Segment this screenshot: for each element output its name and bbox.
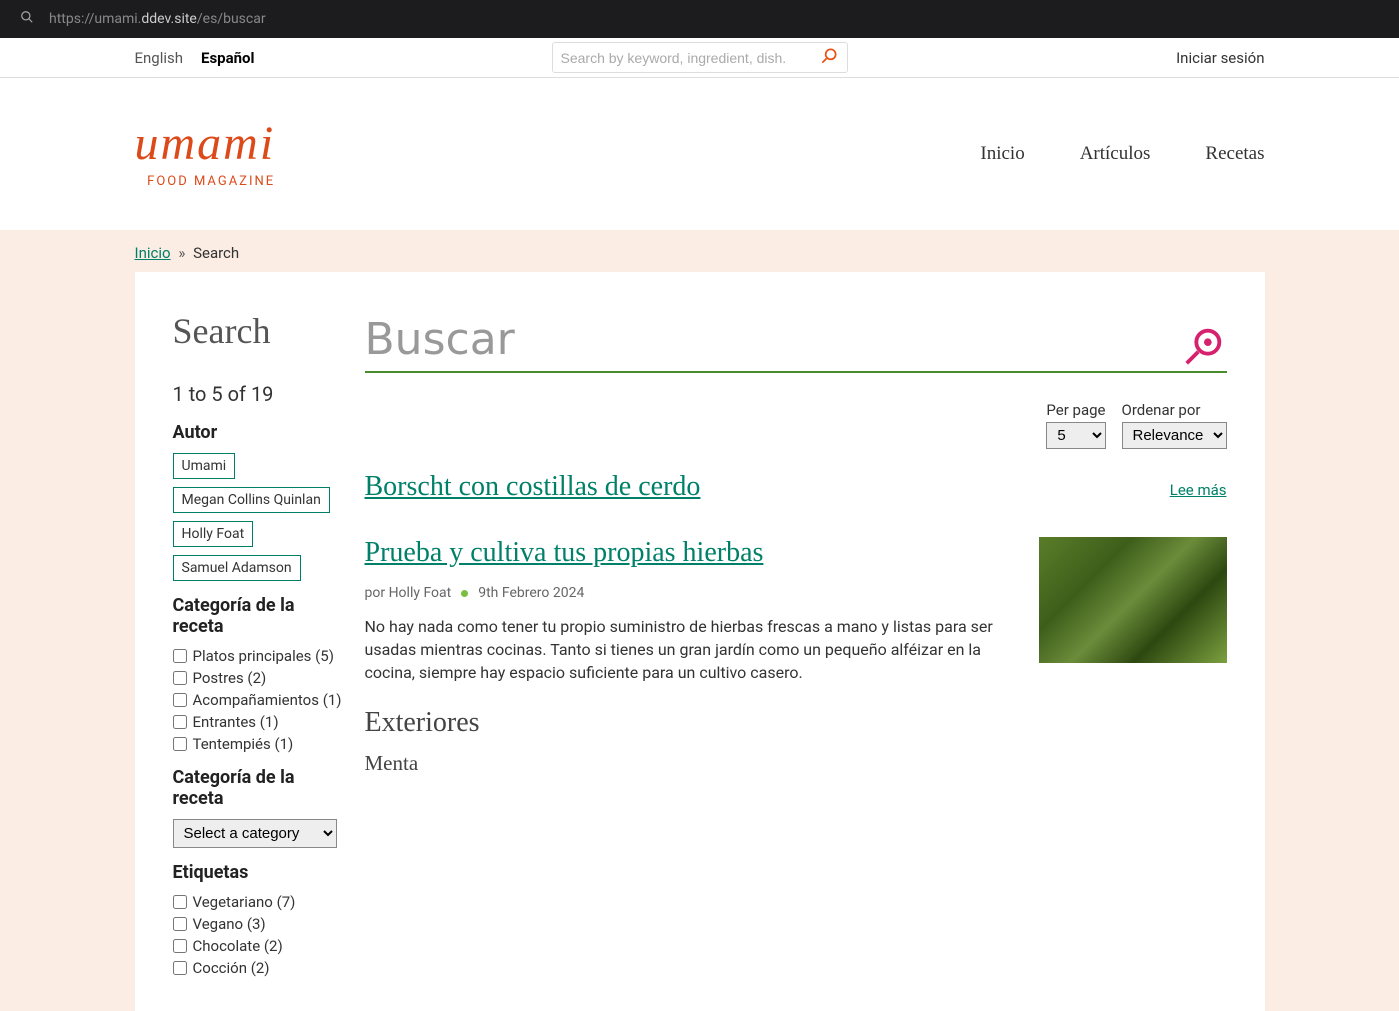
sort-label: Ordenar por — [1122, 401, 1227, 419]
category-select[interactable]: Select a category — [173, 819, 337, 848]
browser-url-bar: https://umami.ddev.site/es/buscar — [0, 0, 1399, 38]
facet-item[interactable]: Vegano (3) — [173, 915, 343, 933]
per-page-control: Per page 5 — [1046, 401, 1105, 449]
author-tag[interactable]: Samuel Adamson — [173, 555, 301, 581]
per-page-label: Per page — [1046, 401, 1105, 419]
read-more-link[interactable]: Lee más — [1170, 471, 1227, 499]
breadcrumb-home[interactable]: Inicio — [135, 244, 171, 262]
facet-checkbox[interactable] — [173, 737, 187, 751]
result-author: Holly Foat — [389, 585, 452, 601]
facet-checkbox[interactable] — [173, 715, 187, 729]
content-card: Search 1 to 5 of 19 Autor Umami Megan Co… — [135, 272, 1265, 1011]
facet-category-title: Categoría de la receta — [173, 595, 343, 637]
logo-wordmark: umami — [135, 120, 276, 168]
author-tag[interactable]: Megan Collins Quinlan — [173, 487, 330, 513]
facet-item[interactable]: Postres (2) — [173, 669, 343, 687]
author-tag[interactable]: Umami — [173, 453, 236, 479]
nav-inicio[interactable]: Inicio — [980, 143, 1024, 165]
result-controls: Per page 5 Ordenar por Relevance — [365, 401, 1227, 449]
result-thumbnail — [1039, 537, 1227, 663]
facet-author-title: Autor — [173, 422, 343, 443]
meta-separator-icon — [461, 590, 468, 597]
result-title-link[interactable]: Borscht con costillas de cerdo — [365, 471, 701, 503]
main-search-input[interactable] — [365, 310, 1181, 369]
page-title: Search — [173, 310, 343, 352]
facet-category-list: Platos principales (5) Postres (2) Acomp… — [173, 647, 343, 753]
result-date: 9th Febrero 2024 — [478, 585, 584, 601]
facet-tags-title: Etiquetas — [173, 862, 343, 883]
main-search-box[interactable] — [365, 310, 1227, 373]
sort-select[interactable]: Relevance — [1122, 422, 1227, 449]
author-tag-list: Umami Megan Collins Quinlan Holly Foat S… — [173, 453, 343, 581]
logo[interactable]: umami FOOD MAGAZINE — [135, 120, 276, 189]
facet-checkbox[interactable] — [173, 917, 187, 931]
nav-recetas[interactable]: Recetas — [1205, 143, 1264, 165]
search-icon — [20, 10, 34, 28]
logo-tagline: FOOD MAGAZINE — [135, 174, 276, 189]
breadcrumb: Inicio » Search — [135, 244, 1265, 272]
login-link[interactable]: Iniciar sesión — [1176, 49, 1264, 67]
main-nav: Inicio Artículos Recetas — [980, 143, 1264, 165]
facet-checkbox[interactable] — [173, 939, 187, 953]
search-result: Borscht con costillas de cerdo Lee más — [365, 471, 1227, 503]
sort-control: Ordenar por Relevance — [1122, 401, 1227, 449]
search-icon[interactable] — [819, 46, 839, 70]
sidebar: Search 1 to 5 of 19 Autor Umami Megan Co… — [173, 310, 343, 981]
result-subheading: Exteriores — [365, 707, 1009, 739]
breadcrumb-separator: » — [178, 244, 185, 262]
breadcrumb-current: Search — [193, 244, 239, 262]
facet-checkbox[interactable] — [173, 961, 187, 975]
url-text[interactable]: https://umami.ddev.site/es/buscar — [49, 11, 266, 27]
main-results: Per page 5 Ordenar por Relevance Borscht… — [365, 310, 1227, 981]
result-excerpt: No hay nada como tener tu propio suminis… — [365, 615, 1009, 685]
facet-tags-list: Vegetariano (7) Vegano (3) Chocolate (2)… — [173, 893, 343, 977]
lang-espanol[interactable]: Español — [201, 49, 254, 67]
top-search-box[interactable] — [552, 42, 848, 73]
result-count: 1 to 5 of 19 — [173, 382, 343, 406]
facet-item[interactable]: Vegetariano (7) — [173, 893, 343, 911]
result-title-link[interactable]: Prueba y cultiva tus propias hierbas — [365, 537, 1009, 569]
facet-checkbox[interactable] — [173, 671, 187, 685]
result-meta: por Holly Foat 9th Febrero 2024 — [365, 585, 1009, 601]
facet-item[interactable]: Acompañamientos (1) — [173, 691, 343, 709]
lang-english[interactable]: English — [135, 49, 184, 67]
author-tag[interactable]: Holly Foat — [173, 521, 254, 547]
language-switcher: English Español — [135, 49, 255, 67]
facet-item[interactable]: Tentempiés (1) — [173, 735, 343, 753]
nav-articulos[interactable]: Artículos — [1080, 143, 1151, 165]
search-result: Prueba y cultiva tus propias hierbas por… — [365, 537, 1227, 776]
facet-category-select-title: Categoría de la receta — [173, 767, 343, 809]
topbar: English Español Iniciar sesión — [0, 38, 1399, 78]
site-header: umami FOOD MAGAZINE Inicio Artículos Rec… — [135, 78, 1265, 230]
facet-item[interactable]: Entrantes (1) — [173, 713, 343, 731]
top-search-input[interactable] — [561, 50, 819, 66]
facet-item[interactable]: Cocción (2) — [173, 959, 343, 977]
result-subheading: Menta — [365, 751, 1009, 776]
search-icon[interactable] — [1181, 323, 1227, 369]
per-page-select[interactable]: 5 — [1046, 422, 1105, 449]
facet-checkbox[interactable] — [173, 895, 187, 909]
facet-checkbox[interactable] — [173, 693, 187, 707]
facet-item[interactable]: Chocolate (2) — [173, 937, 343, 955]
facet-checkbox[interactable] — [173, 649, 187, 663]
facet-item[interactable]: Platos principales (5) — [173, 647, 343, 665]
